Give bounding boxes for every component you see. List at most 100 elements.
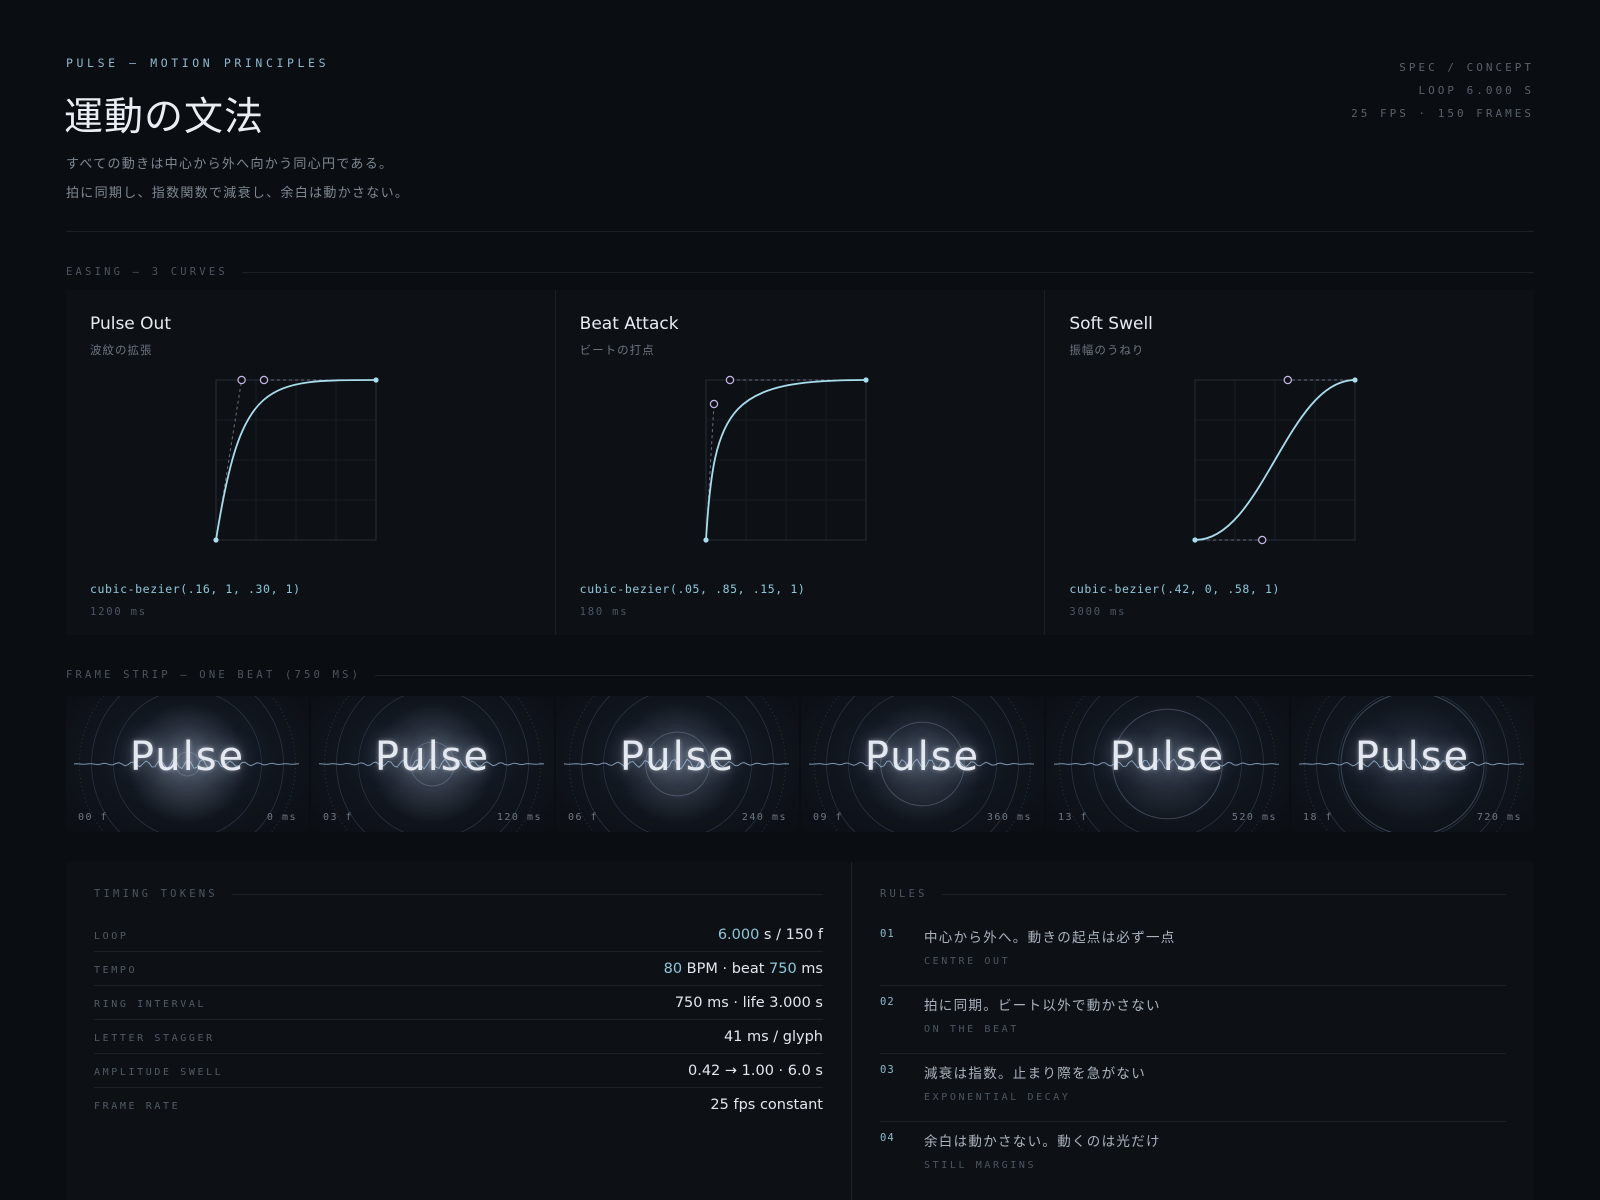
frame-number: 03 f [323, 812, 354, 823]
rule-text: 減衰は指数。止まり際を急がない [924, 1066, 1146, 1082]
section-rule [941, 893, 1506, 895]
bezier-value: cubic-bezier(.05, .85, .15, 1) [579, 582, 806, 596]
token-value-text: s / 150 f [759, 926, 823, 943]
token-row: AMPLITUDE SWELL 0.42 → 1.00 · 6.0 s [94, 1054, 823, 1088]
page-title: 運動の文法 [64, 95, 265, 140]
bezier-value: cubic-bezier(.16, 1, .30, 1) [90, 582, 301, 596]
curve-endpoint [213, 537, 219, 543]
control-point [259, 375, 269, 385]
control-point [709, 399, 718, 409]
rule-list: 01 中心から外へ。動きの起点は必ず一点 CENTRE OUT 02 拍に同期。ビート以… [880, 918, 1506, 1189]
bezier-plot [703, 375, 869, 543]
frame-thumb: Pulse 06 f 240 ms [556, 696, 799, 832]
bezier-value: cubic-bezier(.42, 0, .58, 1) [1069, 582, 1281, 596]
frame-time: 720 ms [1476, 812, 1522, 823]
token-list: LOOP 6.000 s / 150 f TEMPO 80 BPM · beat 75… [94, 918, 823, 1121]
frame-wordmark: Pulse [864, 734, 981, 780]
rule-number: 02 [880, 996, 895, 1008]
token-value: 80 BPM · beat 750 ms [664, 961, 823, 977]
curve-endpoint [1192, 537, 1198, 543]
token-accent-value: 6.000 [717, 926, 760, 943]
token-accent-value: 80 [663, 960, 683, 977]
token-value-text: ms [796, 960, 823, 977]
curve-subtitle: 振幅のうねり [1069, 343, 1145, 357]
control-point [1258, 535, 1267, 545]
spec-fps: 25 FPS · 150 FRAMES [1351, 107, 1534, 120]
frame-number: 13 f [1058, 812, 1089, 823]
rule-item: 02 拍に同期。ビート以外で動かさない ON THE BEAT [880, 986, 1506, 1054]
frame-wordmark: Pulse [1354, 734, 1471, 780]
frame-number: 06 f [568, 812, 599, 823]
rule-number: 03 [880, 1064, 895, 1076]
timing-tokens-panel: TIMING TOKENS LOOP 6.000 s / 150 f TEMPO 80… [66, 862, 852, 1200]
rules-heading: RULES [880, 888, 1506, 900]
section-rule [241, 271, 1534, 273]
section-rule [375, 674, 1534, 676]
lede-line: すべての動きは中心から外へ向かう同心円である。 [66, 157, 394, 172]
frame-time: 0 ms [266, 812, 297, 823]
frame-thumb: Pulse 13 f 520 ms [1046, 696, 1289, 832]
token-key: FRAME RATE [94, 1101, 181, 1112]
strip-section-label: FRAME STRIP — ONE BEAT (750 MS) [66, 668, 1534, 682]
rule-text: 中心から外へ。動きの起点は必ず一点 [924, 930, 1176, 946]
frame-wordmark: Pulse [1109, 734, 1226, 780]
frame-thumb: Pulse 09 f 360 ms [801, 696, 1044, 832]
frame-thumb: Pulse 18 f 720 ms [1291, 696, 1534, 832]
lede-line: 拍に同期し、指数関数で減衰し、余白は動かさない。 [66, 186, 410, 201]
curve-subtitle: 波紋の拡張 [90, 343, 153, 357]
token-row: FRAME RATE 25 fps constant [94, 1088, 823, 1121]
frame-wordmark: Pulse [619, 734, 736, 780]
curve-name: Pulse Out [90, 314, 171, 334]
curve-name: Beat Attack [579, 314, 679, 334]
token-value: 6.000 s / 150 f [718, 927, 823, 943]
token-key: LETTER STAGGER [94, 1033, 215, 1044]
token-row: TEMPO 80 BPM · beat 750 ms [94, 952, 823, 986]
token-row: LOOP 6.000 s / 150 f [94, 918, 823, 952]
easing-curves: Pulse Out 波紋の拡張 cubic-bezier(.16, 1, .30, … [66, 290, 1534, 635]
easing-card: Soft Swell 振幅のうねり cubic-bezier(.42, 0, .58… [1044, 290, 1534, 635]
frame-number: 00 f [78, 812, 109, 823]
frame-number: 18 f [1303, 812, 1334, 823]
token-value: 41 ms / glyph [724, 1029, 823, 1045]
rule-item: 01 中心から外へ。動きの起点は必ず一点 CENTRE OUT [880, 918, 1506, 986]
easing-section-title: EASING — 3 CURVES [66, 266, 228, 278]
frame-time: 520 ms [1231, 812, 1277, 823]
curve-duration: 3000 ms [1069, 606, 1127, 618]
frame-time: 360 ms [986, 812, 1032, 823]
curve-endpoint [1352, 377, 1358, 383]
token-accent-value: 750 [769, 960, 797, 977]
rule-number: 04 [880, 1132, 895, 1144]
rule-item: 04 余白は動かさない。動くのは光だけ STILL MARGINS [880, 1122, 1506, 1189]
frame-wordmark: Pulse [374, 734, 491, 780]
control-point [725, 375, 734, 385]
curve-subtitle: ビートの打点 [579, 343, 655, 357]
lede: すべての動きは中心から外へ向かう同心円である。 拍に同期し、指数関数で減衰し、余… [66, 150, 409, 208]
easing-card: Pulse Out 波紋の拡張 cubic-bezier(.16, 1, .30, … [66, 290, 555, 635]
bottom-panels: TIMING TOKENS LOOP 6.000 s / 150 f TEMPO 80… [66, 862, 1534, 1200]
tokens-title: TIMING TOKENS [94, 888, 218, 900]
frame-thumb: Pulse 00 f 0 ms [66, 696, 309, 832]
control-point [237, 375, 246, 385]
rule-text: 余白は動かさない。動くのは光だけ [924, 1134, 1161, 1150]
curve-duration: 180 ms [579, 606, 629, 618]
rule-subtitle: CENTRE OUT [924, 956, 1011, 967]
token-value-text: 750 ms · life 3.000 s [674, 994, 823, 1011]
token-value-text: 25 fps constant [710, 1096, 823, 1113]
curve-duration: 1200 ms [90, 606, 147, 618]
token-value: 0.42 → 1.00 · 6.0 s [688, 1063, 823, 1079]
frame-wordmark: Pulse [129, 734, 246, 780]
curve-endpoint [373, 377, 379, 383]
header-divider [66, 231, 1534, 232]
token-key: TEMPO [94, 965, 138, 976]
curve-endpoint [863, 377, 869, 383]
curve-name: Soft Swell [1069, 314, 1153, 334]
section-rule [231, 893, 823, 895]
frame-number: 09 f [813, 812, 844, 823]
token-row: LETTER STAGGER 41 ms / glyph [94, 1020, 823, 1054]
rules-title: RULES [880, 888, 928, 900]
spec-loop: LOOP 6.000 S [1418, 84, 1534, 97]
easing-section-label: EASING — 3 CURVES [66, 265, 1534, 279]
rule-subtitle: STILL MARGINS [924, 1160, 1037, 1171]
token-value-text: BPM · beat [682, 960, 770, 977]
token-key: AMPLITUDE SWELL [94, 1067, 224, 1078]
